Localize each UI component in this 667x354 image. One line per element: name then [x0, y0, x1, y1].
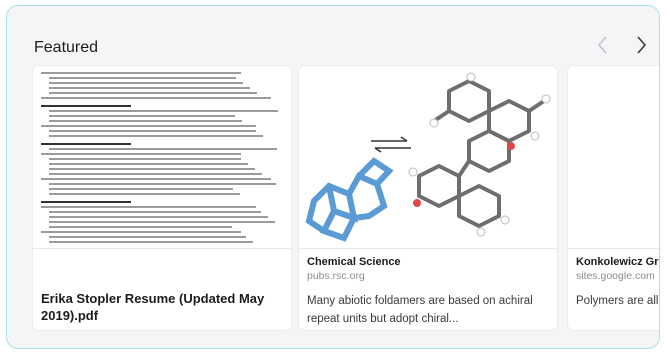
resume-thumbnail — [33, 66, 291, 249]
document-text-line — [49, 115, 235, 117]
document-text-line — [41, 72, 241, 74]
document-text-line — [49, 168, 255, 170]
document-text-line — [49, 183, 276, 185]
previous-button[interactable] — [592, 32, 614, 58]
card-description: Many abiotic foldamers are based on achi… — [307, 295, 533, 325]
document-text-line — [49, 211, 261, 213]
card-source: pubs.rsc.org — [307, 270, 365, 282]
document-text-line — [41, 143, 131, 145]
document-text-line — [49, 216, 268, 218]
document-text-line — [49, 163, 248, 165]
featured-card-resume[interactable]: Erika Stopler Resume (Updated May 2019).… — [33, 66, 291, 330]
document-text-line — [41, 201, 131, 203]
card-title: Konkolewicz Gro — [576, 256, 660, 268]
document-text-line — [41, 125, 256, 127]
document-text-line — [49, 87, 250, 89]
document-text-line — [41, 105, 131, 107]
document-text-line — [49, 130, 256, 132]
document-text-line — [49, 110, 278, 112]
document-text-line — [49, 82, 243, 84]
card-description: Polymers are all a the commodity p — [576, 295, 659, 307]
document-text-line — [41, 97, 271, 99]
document-text-line — [41, 231, 241, 233]
document-text-line — [41, 178, 271, 180]
document-text-line — [49, 236, 246, 238]
document-text-line — [49, 193, 240, 195]
document-text-line — [41, 153, 241, 155]
card-source: sites.google.com — [576, 270, 655, 282]
featured-card-konkolewicz[interactable]: Konkolewicz Gro sites.google.com Polymer… — [568, 66, 660, 330]
document-text-line — [49, 173, 262, 175]
card-title: Erika Stopler Resume (Updated May 2019).… — [41, 291, 265, 323]
document-text-line — [49, 158, 241, 160]
chevron-left-icon — [597, 36, 607, 54]
document-text-line — [49, 135, 263, 137]
document-text-line — [49, 221, 275, 223]
featured-card-chemical-science[interactable]: Chemical Science pubs.rsc.org Many abiot… — [299, 66, 557, 330]
next-button[interactable] — [630, 32, 652, 58]
document-text-line — [49, 77, 236, 79]
molecule-thumbnail — [299, 66, 557, 249]
molecule-image — [305, 72, 551, 242]
document-text-line — [49, 148, 277, 150]
document-text-line — [49, 92, 257, 94]
site-thumbnail — [568, 66, 659, 249]
document-text-line — [49, 241, 253, 243]
section-title: Featured — [34, 39, 99, 56]
document-text-line — [41, 206, 256, 208]
document-text-line — [49, 226, 232, 228]
card-title: Chemical Science — [307, 256, 401, 268]
featured-panel: Featured Erika Stopler Resume (Updated M… — [6, 5, 660, 349]
document-text-line — [49, 188, 233, 190]
chevron-right-icon — [637, 36, 647, 54]
document-text-line — [49, 120, 242, 122]
